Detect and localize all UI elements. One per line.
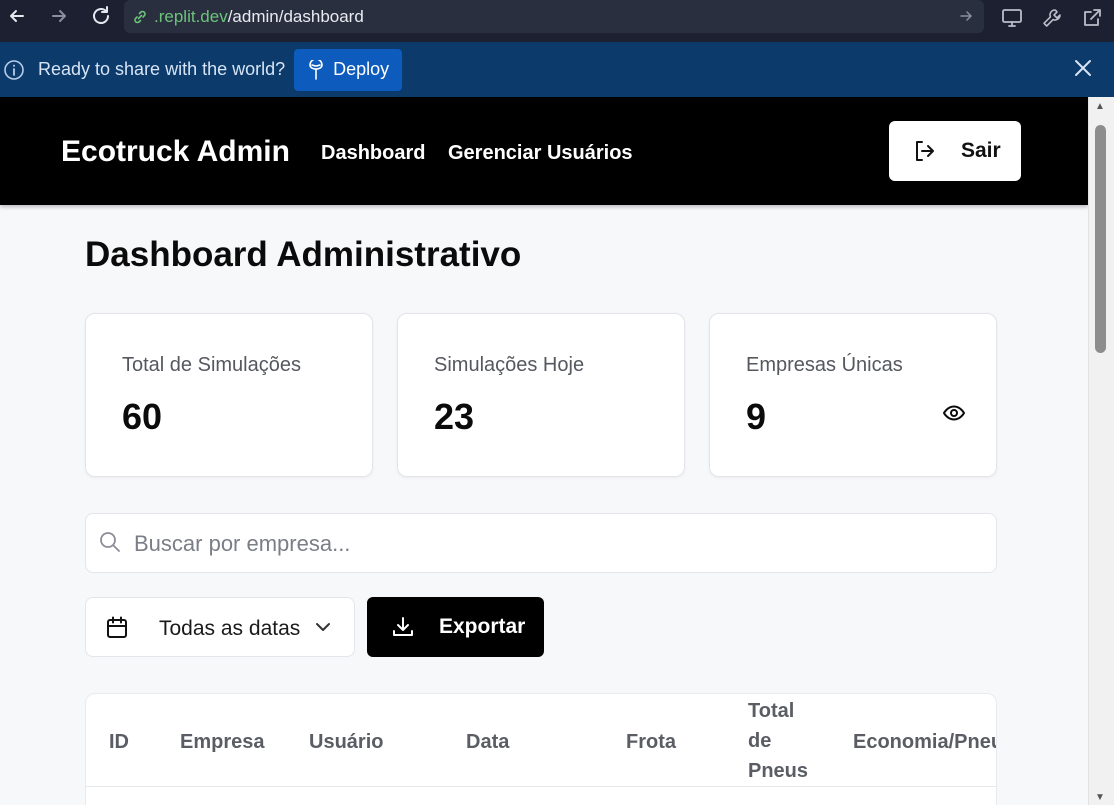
banner-message: Ready to share with the world? [38,59,286,79]
export-label: Exportar [439,615,526,638]
logout-icon [916,141,934,161]
scroll-down-arrow[interactable]: ▼ [1095,792,1105,803]
column-header-data[interactable]: Data [466,731,509,754]
column-header-usuario[interactable]: Usuário [309,731,383,754]
open-new-tab-button[interactable] [1078,4,1106,32]
brand-title[interactable]: Ecotruck Admin [61,135,290,169]
logout-label: Sair [961,139,1001,162]
stat-label: Empresas Únicas [746,354,903,376]
column-header-empresa[interactable]: Empresa [180,731,265,754]
arrow-left-icon [10,10,24,22]
close-icon[interactable] [1072,57,1094,84]
column-header-line: de [748,730,772,752]
stat-card-total-simulacoes: Total de Simulações 60 [85,313,373,477]
info-icon [0,56,28,84]
stat-value: 60 [122,396,163,437]
go-icon[interactable] [958,8,974,29]
column-header-id[interactable]: ID [109,731,129,754]
download-icon [393,617,413,636]
search-box [85,513,997,573]
stat-value: 23 [434,396,475,437]
forward-button[interactable] [42,0,76,32]
reload-button[interactable] [84,0,118,32]
url-host: .replit.dev [154,6,228,26]
browser-tools [998,4,1106,32]
stat-card-simulacoes-hoje: Simulações Hoje 23 [397,313,685,477]
date-filter-value: Todas as datas [159,617,301,640]
column-header-line: Pneus [748,760,809,782]
stat-value: 9 [746,396,767,437]
date-filter-select[interactable]: Todas as datas [85,597,355,657]
external-link-icon [1084,9,1101,26]
back-button[interactable] [0,0,34,32]
monitor-icon [1002,9,1022,27]
browser-toolbar: .replit.dev/admin/dashboard [0,0,1114,42]
scroll-up-arrow[interactable]: ▲ [1095,101,1105,112]
stat-label: Simulações Hoje [434,354,585,376]
deploy-banner: Ready to share with the world? Deploy [0,42,1114,97]
devtools-button[interactable] [1038,4,1066,32]
url-text: .replit.dev/admin/dashboard [154,7,364,27]
deploy-button[interactable]: Deploy [294,48,403,91]
stat-label: Total de Simulações [122,354,301,376]
column-header-economia-pneu[interactable]: Economia/Pneu [853,731,996,754]
reload-icon [93,6,109,24]
link-icon [134,10,146,23]
stat-card-empresas-unicas: Empresas Únicas 9 [709,313,997,477]
nav-gerenciar-usuarios[interactable]: Gerenciar Usuários [448,142,633,165]
column-header-line: Total [748,700,795,722]
app-viewport: Ecotruck Admin Dashboard Gerenciar Usuár… [0,97,1088,805]
logout-button[interactable]: Sair [889,121,1021,181]
column-header-total-de-pneus[interactable]: Total de Pneus [748,696,808,786]
scroll-thumb[interactable] [1095,125,1106,353]
wrench-icon [1043,9,1061,27]
arrow-right-icon [52,10,66,22]
chevron-down-icon [314,618,332,641]
nav-dashboard[interactable]: Dashboard [321,142,425,165]
eye-icon[interactable] [942,404,966,427]
deploy-icon [309,59,323,80]
search-input[interactable] [134,528,974,560]
device-preview-button[interactable] [998,4,1026,32]
url-path: /admin/dashboard [227,6,364,26]
table-header-divider [86,786,996,787]
export-button[interactable]: Exportar [367,597,544,657]
calendar-icon [106,616,128,645]
simulations-table: ID Empresa Usuário Data Frota Total de P… [85,693,997,805]
app-header: Ecotruck Admin Dashboard Gerenciar Usuár… [0,97,1088,205]
address-bar[interactable]: .replit.dev/admin/dashboard [124,0,984,33]
page-scrollbar[interactable]: ▲ ▼ [1088,97,1114,805]
page-title: Dashboard Administrativo [85,235,522,274]
deploy-label: Deploy [333,59,390,79]
column-header-frota[interactable]: Frota [626,731,676,754]
search-icon [98,530,122,559]
